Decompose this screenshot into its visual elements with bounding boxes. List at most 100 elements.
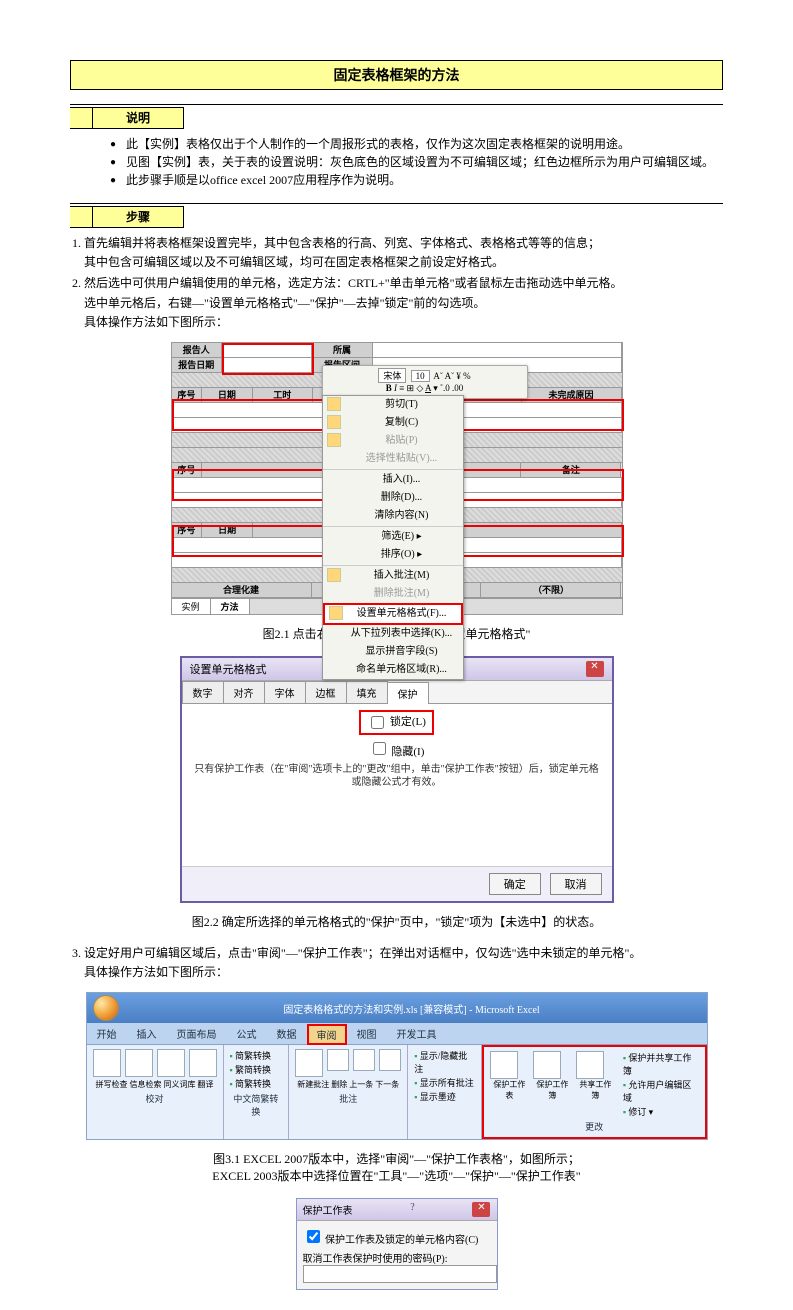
- menu-insert[interactable]: 插入(I)...: [323, 471, 463, 489]
- protect-workbook-icon[interactable]: [533, 1051, 561, 1079]
- tab-home[interactable]: 开始: [87, 1023, 127, 1044]
- menu-filter[interactable]: 筛选(E) ▸: [323, 528, 463, 546]
- step-text: 其中包含可编辑区域以及不可编辑区域，均可在固定表格框架之前设定好格式。: [84, 255, 504, 269]
- menu-cut[interactable]: 剪切(T): [323, 396, 463, 414]
- step-text: 具体操作方法如下图所示：: [84, 315, 228, 329]
- password-input[interactable]: [303, 1265, 497, 1283]
- translate-icon[interactable]: [189, 1049, 217, 1077]
- close-button[interactable]: ✕: [472, 1202, 490, 1217]
- paste-icon: [327, 433, 341, 447]
- menu-name-range[interactable]: 命名单元格区域(R)...: [323, 661, 463, 679]
- tab-number[interactable]: 数字: [182, 681, 224, 703]
- format-icons[interactable]: A˘ A˘ ¥ %: [433, 371, 470, 381]
- lock-checkbox[interactable]: [371, 716, 384, 729]
- sheet-tab-method[interactable]: 方法: [211, 599, 250, 614]
- hidden-label: 隐藏(I): [391, 746, 424, 758]
- step-3: 设定好用户可编辑区域后，点击"审阅"—"保护工作表"；在弹出对话框中，仅勾选"选…: [84, 944, 723, 982]
- cell-incomplete: 未完成原因: [522, 388, 622, 402]
- figure-2-1-excel-contextmenu: 报告人 所属 报告日期 报告区间 序号 日期 工时 未完成原: [171, 342, 623, 615]
- copy-icon: [327, 415, 341, 429]
- research-icon[interactable]: [125, 1049, 153, 1077]
- step-text: 选中单元格后，右键—"设置单元格格式"—"保护"—去掉"锁定"前的勾选项。: [84, 296, 485, 310]
- menu-clear[interactable]: 清除内容(N): [323, 507, 463, 525]
- cell-belong: 所属: [312, 343, 372, 357]
- tab-data[interactable]: 数据: [267, 1023, 307, 1044]
- btn[interactable]: 修订 ▾: [623, 1105, 699, 1118]
- comment-icon: [327, 568, 341, 582]
- spellcheck-icon[interactable]: [93, 1049, 121, 1077]
- font-size-select[interactable]: 10: [411, 370, 430, 382]
- protect-sheet-icon[interactable]: [490, 1051, 518, 1079]
- protect-content-checkbox-row[interactable]: 保护工作表及锁定的单元格内容(C): [303, 1227, 491, 1246]
- mini-format-toolbar[interactable]: 宋体 10 A˘ A˘ ¥ % B I ≡ ⊞ ◇ A ▾ ˚.0 .00: [322, 365, 528, 399]
- hidden-checkbox[interactable]: [373, 742, 386, 755]
- next-comment-icon[interactable]: [379, 1049, 401, 1071]
- cell-unlimited: （不限）: [481, 583, 621, 597]
- tab-align[interactable]: 对齐: [223, 681, 265, 703]
- cell-rationalize: 合理化建: [172, 583, 312, 597]
- tab-protect[interactable]: 保护: [387, 682, 429, 704]
- lock-checkbox-highlight: 锁定(L): [359, 710, 434, 735]
- figure-2-2-caption: 图2.2 确定所选择的单元格格式的"保护"页中，"锁定"项为【未选中】的状态。: [70, 913, 723, 930]
- menu-insert-comment[interactable]: 插入批注(M): [323, 567, 463, 585]
- menu-format-cells[interactable]: 设置单元格格式(F)...: [323, 603, 463, 625]
- section-desc-label: 说明: [92, 107, 184, 129]
- cell-worktime: 工时: [253, 388, 313, 402]
- cell: [373, 343, 622, 357]
- help-button[interactable]: ?: [410, 1202, 414, 1217]
- new-comment-icon[interactable]: [295, 1049, 323, 1077]
- figure-3-1-ribbon: 固定表格格式的方法和实例.xls [兼容模式] - Microsoft Exce…: [86, 992, 708, 1140]
- cell-seq: 序号: [172, 388, 203, 402]
- tab-dev[interactable]: 开发工具: [387, 1023, 447, 1044]
- font-select[interactable]: 宋体: [378, 368, 406, 383]
- btn[interactable]: 简繁转换: [230, 1077, 283, 1090]
- delete-comment-icon[interactable]: [327, 1049, 349, 1071]
- cell-seq: 序号: [172, 463, 203, 477]
- sheet-tab-example[interactable]: 实例: [172, 599, 211, 614]
- btn[interactable]: 显示所有批注: [414, 1076, 475, 1089]
- close-button[interactable]: ✕: [586, 661, 604, 677]
- protect-content-checkbox[interactable]: [307, 1230, 320, 1243]
- office-button[interactable]: [93, 995, 119, 1021]
- ribbon-tabs[interactable]: 开始 插入 页面布局 公式 数据 审阅 视图 开发工具: [87, 1023, 707, 1045]
- menu-copy[interactable]: 复制(C): [323, 414, 463, 432]
- prev-comment-icon[interactable]: [353, 1049, 375, 1071]
- tab-border[interactable]: 边框: [305, 681, 347, 703]
- menu-delete[interactable]: 删除(D)...: [323, 489, 463, 507]
- ok-button[interactable]: 确定: [489, 873, 541, 895]
- cell-reporter: 报告人: [172, 343, 223, 357]
- tab-font[interactable]: 字体: [264, 681, 306, 703]
- btn[interactable]: 保护并共享工作簿: [623, 1051, 699, 1077]
- tab-fill[interactable]: 填充: [346, 681, 388, 703]
- protect-dialog-title: 保护工作表: [303, 1202, 353, 1217]
- btn[interactable]: 简繁转换: [230, 1049, 283, 1062]
- format-icons-row2[interactable]: B I ≡ ⊞ ◇ A ▾ ˚.0 .00: [386, 383, 464, 393]
- cell-report-date: 报告日期: [172, 358, 223, 372]
- step-text: 首先编辑并将表格框架设置完毕，其中包含表格的行高、列宽、字体格式、表格格式等等的…: [84, 236, 600, 250]
- menu-pick-list[interactable]: 从下拉列表中选择(K)...: [323, 625, 463, 643]
- dialog-tabs[interactable]: 数字 对齐 字体 边框 填充 保护: [182, 681, 612, 704]
- menu-phonetic[interactable]: 显示拼音字段(S): [323, 643, 463, 661]
- cell-date: 日期: [202, 388, 252, 402]
- format-icon: [329, 606, 343, 620]
- btn[interactable]: 允许用户编辑区域: [623, 1078, 699, 1104]
- tab-review[interactable]: 审阅: [307, 1024, 347, 1045]
- group-label: 批注: [295, 1092, 401, 1105]
- lock-label: 锁定(L): [390, 716, 426, 728]
- menu-delete-comment: 删除批注(M): [323, 585, 463, 603]
- tab-layout[interactable]: 页面布局: [167, 1023, 227, 1044]
- tab-view[interactable]: 视图: [347, 1023, 387, 1044]
- cancel-button[interactable]: 取消: [550, 873, 602, 895]
- tab-insert[interactable]: 插入: [127, 1023, 167, 1044]
- hidden-checkbox-row[interactable]: 隐藏(I): [369, 746, 425, 758]
- context-menu[interactable]: 剪切(T) 复制(C) 粘贴(P) 选择性粘贴(V)... 插入(I)... 删…: [322, 395, 464, 680]
- btn[interactable]: 显示/隐藏批注: [414, 1049, 475, 1075]
- menu-paste-special: 选择性粘贴(V)...: [323, 450, 463, 468]
- btn[interactable]: 繁简转换: [230, 1063, 283, 1076]
- thesaurus-icon[interactable]: [157, 1049, 185, 1077]
- tab-formula[interactable]: 公式: [227, 1023, 267, 1044]
- menu-sort[interactable]: 排序(O) ▸: [323, 546, 463, 564]
- btn[interactable]: 显示墨迹: [414, 1090, 475, 1103]
- group-comments: 新建批注 删除 上一条 下一条 批注: [289, 1045, 408, 1139]
- share-workbook-icon[interactable]: [576, 1051, 604, 1079]
